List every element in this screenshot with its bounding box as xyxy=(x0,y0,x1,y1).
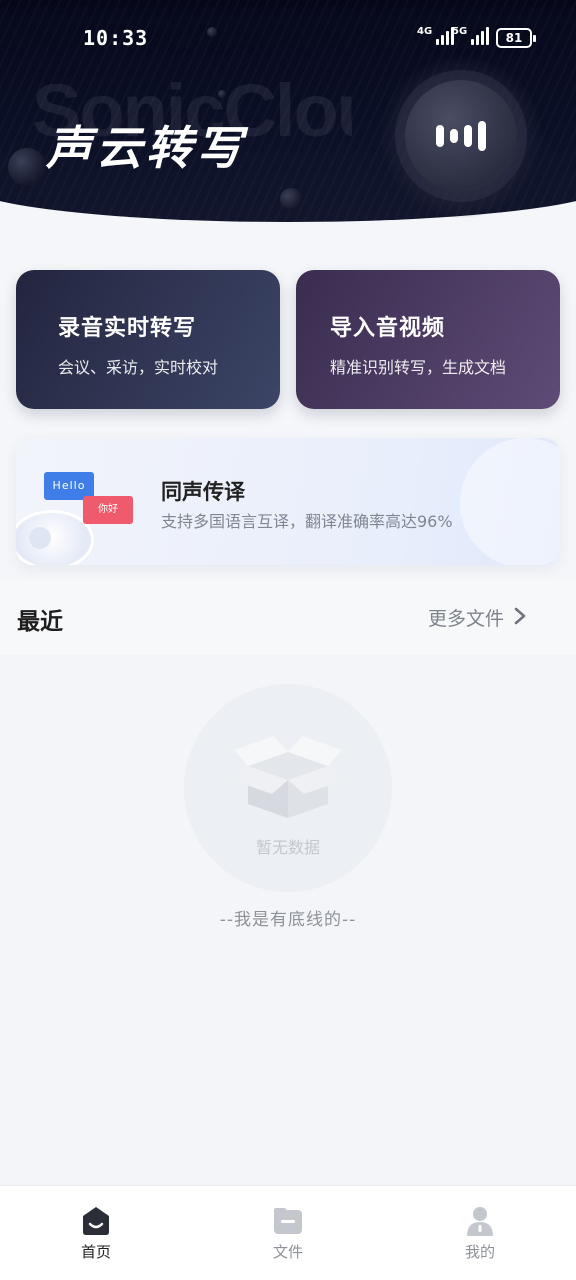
network-type-label: 5G xyxy=(452,26,468,37)
chat-bubble-icon: 你好 xyxy=(83,496,133,524)
signal-bar-icon xyxy=(441,35,445,45)
status-bar: 10:33 4G 5G 81 xyxy=(0,0,576,76)
card-subtitle: 精准识别转写，生成文档 xyxy=(330,358,507,377)
import-media-card[interactable]: 导入音视频 精准识别转写，生成文档 xyxy=(296,270,560,409)
card-title: 导入音视频 xyxy=(330,316,446,341)
list-end-text: --我是有底线的-- xyxy=(219,910,357,930)
decor-bubble xyxy=(8,148,46,186)
translate-title: 同声传译 xyxy=(161,480,245,504)
battery-icon: 81 xyxy=(496,28,536,48)
tab-home[interactable]: 首页 xyxy=(0,1186,192,1280)
chevron-right-icon xyxy=(514,607,526,625)
signal-bar-icon xyxy=(486,27,490,45)
voice-wave-icon xyxy=(436,125,444,147)
decor-bubble xyxy=(280,188,302,210)
voice-record-button[interactable] xyxy=(405,80,517,192)
tab-mine[interactable]: 我的 xyxy=(384,1186,576,1280)
empty-state: 暂无数据 xyxy=(184,684,392,892)
tab-label: 文件 xyxy=(272,1243,303,1261)
user-icon xyxy=(467,1207,493,1236)
signal-bar-icon xyxy=(446,31,450,45)
signal-bar-icon xyxy=(436,39,440,45)
signal-bar-icon xyxy=(481,31,485,45)
app-title: 声云转写 xyxy=(46,121,246,175)
recent-section-header: 最近 更多文件 xyxy=(0,580,576,655)
folder-icon xyxy=(274,1208,302,1234)
simultaneous-translate-card[interactable]: Hello 你好 同声传译 支持多国语言互译，翻译准确率高达96% xyxy=(16,438,560,565)
signal-5g: 5G xyxy=(452,26,490,45)
network-type-label: 4G xyxy=(417,26,433,37)
voice-wave-icon xyxy=(478,121,486,151)
voice-wave-icon xyxy=(464,125,472,147)
tab-files[interactable]: 文件 xyxy=(192,1186,384,1280)
voice-wave-icon xyxy=(450,129,458,143)
card-subtitle: 会议、采访，实时校对 xyxy=(58,358,219,377)
tab-label: 我的 xyxy=(464,1243,495,1261)
status-time: 10:33 xyxy=(83,26,149,50)
home-icon xyxy=(83,1207,109,1235)
recent-title: 最近 xyxy=(17,609,63,635)
realtime-record-card[interactable]: 录音实时转写 会议、采访，实时校对 xyxy=(16,270,280,409)
more-files-label: 更多文件 xyxy=(427,608,504,630)
bottom-tab-bar: 首页 文件 我的 xyxy=(0,1185,576,1280)
signal-4g: 4G xyxy=(417,26,455,45)
decor-circle xyxy=(460,438,560,565)
tab-label: 首页 xyxy=(80,1243,111,1261)
app-screen: SonicCloud xyxy=(0,0,576,1280)
translate-subtitle: 支持多国语言互译，翻译准确率高达96% xyxy=(161,512,453,531)
card-title: 录音实时转写 xyxy=(58,316,197,341)
signal-bar-icon xyxy=(476,35,480,45)
empty-box-icon xyxy=(232,736,344,818)
signal-bar-icon xyxy=(471,39,475,45)
recent-file-list: 暂无数据 --我是有底线的-- xyxy=(0,655,576,1185)
empty-state-text: 暂无数据 xyxy=(255,838,320,857)
